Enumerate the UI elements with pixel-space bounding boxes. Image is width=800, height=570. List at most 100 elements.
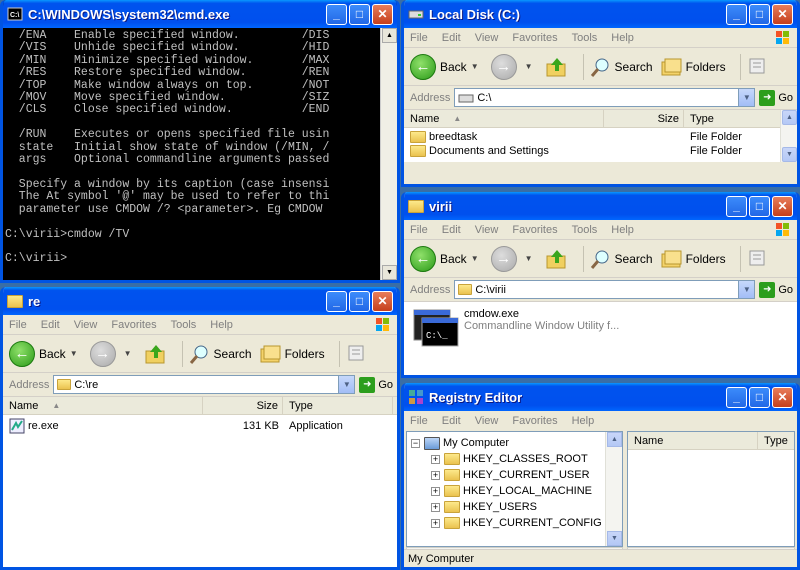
menu-tools[interactable]: Tools	[171, 319, 197, 331]
menu-file[interactable]: File	[9, 319, 27, 331]
minimize-button[interactable]: _	[326, 290, 347, 312]
key-tree[interactable]: − My Computer + HKEY_CLASSES_ROOT + HKEY_CU…	[406, 431, 623, 547]
menu-tools[interactable]: Tools	[572, 224, 598, 236]
column-name[interactable]: Name ▲	[404, 110, 604, 127]
column-size[interactable]: Size	[604, 110, 684, 127]
minimize-button[interactable]: _	[326, 3, 347, 25]
expand-icon[interactable]: +	[431, 470, 440, 480]
file-view[interactable]: C:\_ cmdow.exe Commandline Window Utilit…	[404, 302, 797, 375]
menu-edit[interactable]: Edit	[41, 319, 60, 331]
menu-view[interactable]: View	[475, 32, 499, 44]
close-button[interactable]: ✕	[772, 3, 793, 25]
menu-view[interactable]: View	[475, 415, 499, 427]
address-input[interactable]: C:\re ▼	[53, 375, 356, 394]
up-folder-button[interactable]	[545, 247, 569, 271]
localdisk-window[interactable]: Local Disk (C:) _ □ ✕ File Edit View Fav…	[401, 0, 800, 187]
regedit-window[interactable]: Registry Editor _ □ ✕ File Edit View Fav…	[401, 383, 800, 570]
forward-button[interactable]: → ▼	[490, 245, 537, 272]
search-button[interactable]: Search	[189, 343, 252, 365]
values-pane[interactable]: Name Type	[627, 431, 795, 547]
tree-root[interactable]: − My Computer	[411, 435, 622, 451]
re-titlebar[interactable]: re _ □ ✕	[3, 287, 397, 315]
list-item[interactable]: breedtask File Folder	[404, 128, 797, 145]
menu-favorites[interactable]: Favorites	[111, 319, 156, 331]
column-size[interactable]: Size	[203, 397, 283, 414]
maximize-button[interactable]: □	[749, 3, 770, 25]
menu-favorites[interactable]: Favorites	[512, 224, 557, 236]
minimize-button[interactable]: _	[726, 386, 747, 408]
tree-key[interactable]: + HKEY_LOCAL_MACHINE	[431, 483, 622, 499]
expand-icon[interactable]: +	[431, 454, 440, 464]
menu-tools[interactable]: Tools	[572, 32, 598, 44]
column-type[interactable]: Type	[283, 397, 393, 414]
column-type[interactable]: Type	[758, 432, 794, 449]
address-dropdown-icon[interactable]: ▼	[338, 376, 355, 393]
collapse-icon[interactable]: −	[411, 438, 420, 448]
cmd-window[interactable]: C:\ C:\WINDOWS\system32\cmd.exe _ □ ✕ /E…	[0, 0, 400, 283]
maximize-button[interactable]: □	[349, 290, 370, 312]
menu-help[interactable]: Help	[572, 415, 595, 427]
cmd-scrollbar[interactable]: ▲ ▼	[380, 28, 397, 280]
column-name[interactable]: Name ▲	[3, 397, 203, 414]
column-name[interactable]: Name	[628, 432, 758, 449]
menu-help[interactable]: Help	[210, 319, 233, 331]
menu-help[interactable]: Help	[611, 224, 634, 236]
address-dropdown-icon[interactable]: ▼	[738, 281, 755, 298]
menu-edit[interactable]: Edit	[442, 224, 461, 236]
maximize-button[interactable]: □	[749, 195, 770, 217]
console-output[interactable]: /ENA Enable specified window. /DIS /VIS …	[3, 28, 397, 266]
menu-help[interactable]: Help	[611, 32, 634, 44]
close-button[interactable]: ✕	[372, 290, 393, 312]
views-button[interactable]	[747, 248, 769, 270]
vertical-scrollbar[interactable]: ▲ ▼	[605, 432, 622, 546]
cmd-titlebar[interactable]: C:\ C:\WINDOWS\system32\cmd.exe _ □ ✕	[3, 0, 397, 28]
search-button[interactable]: Search	[590, 56, 653, 78]
file-list[interactable]: Name ▲ Size Type re.exe 131 KB Applicatio…	[3, 397, 397, 567]
scroll-up-icon[interactable]: ▲	[382, 28, 397, 43]
address-dropdown-icon[interactable]: ▼	[738, 89, 755, 106]
minimize-button[interactable]: _	[726, 195, 747, 217]
localdisk-titlebar[interactable]: Local Disk (C:) _ □ ✕	[404, 0, 797, 28]
menu-favorites[interactable]: Favorites	[512, 32, 557, 44]
expand-icon[interactable]: +	[431, 518, 440, 528]
scroll-up-icon[interactable]: ▲	[782, 110, 797, 125]
tree-key[interactable]: + HKEY_CLASSES_ROOT	[431, 451, 622, 467]
up-folder-button[interactable]	[545, 55, 569, 79]
search-button[interactable]: Search	[590, 248, 653, 270]
close-button[interactable]: ✕	[372, 3, 393, 25]
back-button[interactable]: ← Back ▼	[410, 53, 483, 80]
expand-icon[interactable]: +	[431, 486, 440, 496]
scroll-down-icon[interactable]: ▼	[382, 265, 397, 280]
folders-button[interactable]: Folders	[661, 249, 726, 269]
regedit-titlebar[interactable]: Registry Editor _ □ ✕	[404, 383, 797, 411]
list-item[interactable]: Documents and Settings File Folder	[404, 145, 797, 157]
tree-key[interactable]: + HKEY_CURRENT_USER	[431, 467, 622, 483]
vertical-scrollbar[interactable]: ▲ ▼	[780, 110, 797, 162]
go-button[interactable]: ➜ Go	[759, 281, 793, 298]
virii-titlebar[interactable]: virii _ □ ✕	[404, 192, 797, 220]
views-button[interactable]	[747, 56, 769, 78]
address-input[interactable]: C:\ ▼	[454, 88, 756, 107]
menu-file[interactable]: File	[410, 224, 428, 236]
go-button[interactable]: ➜ Go	[759, 89, 793, 106]
scroll-up-icon[interactable]: ▲	[607, 432, 622, 447]
menu-view[interactable]: View	[74, 319, 98, 331]
re-window[interactable]: re _ □ ✕ File Edit View Favorites Tools …	[0, 287, 400, 570]
menu-edit[interactable]: Edit	[442, 415, 461, 427]
minimize-button[interactable]: _	[726, 3, 747, 25]
tree-key[interactable]: + HKEY_USERS	[431, 499, 622, 515]
forward-button[interactable]: → ▼	[89, 340, 136, 367]
address-input[interactable]: C:\virii ▼	[454, 280, 756, 299]
tree-key[interactable]: + HKEY_CURRENT_CONFIG	[431, 515, 622, 531]
menu-view[interactable]: View	[475, 224, 499, 236]
menu-favorites[interactable]: Favorites	[512, 415, 557, 427]
maximize-button[interactable]: □	[749, 386, 770, 408]
up-folder-button[interactable]	[144, 342, 168, 366]
folders-button[interactable]: Folders	[661, 57, 726, 77]
scroll-down-icon[interactable]: ▼	[607, 531, 622, 546]
menu-file[interactable]: File	[410, 415, 428, 427]
views-button[interactable]	[346, 343, 368, 365]
file-item[interactable]: C:\_ cmdow.exe Commandline Window Utilit…	[412, 308, 619, 348]
maximize-button[interactable]: □	[349, 3, 370, 25]
back-button[interactable]: ← Back ▼	[410, 245, 483, 272]
